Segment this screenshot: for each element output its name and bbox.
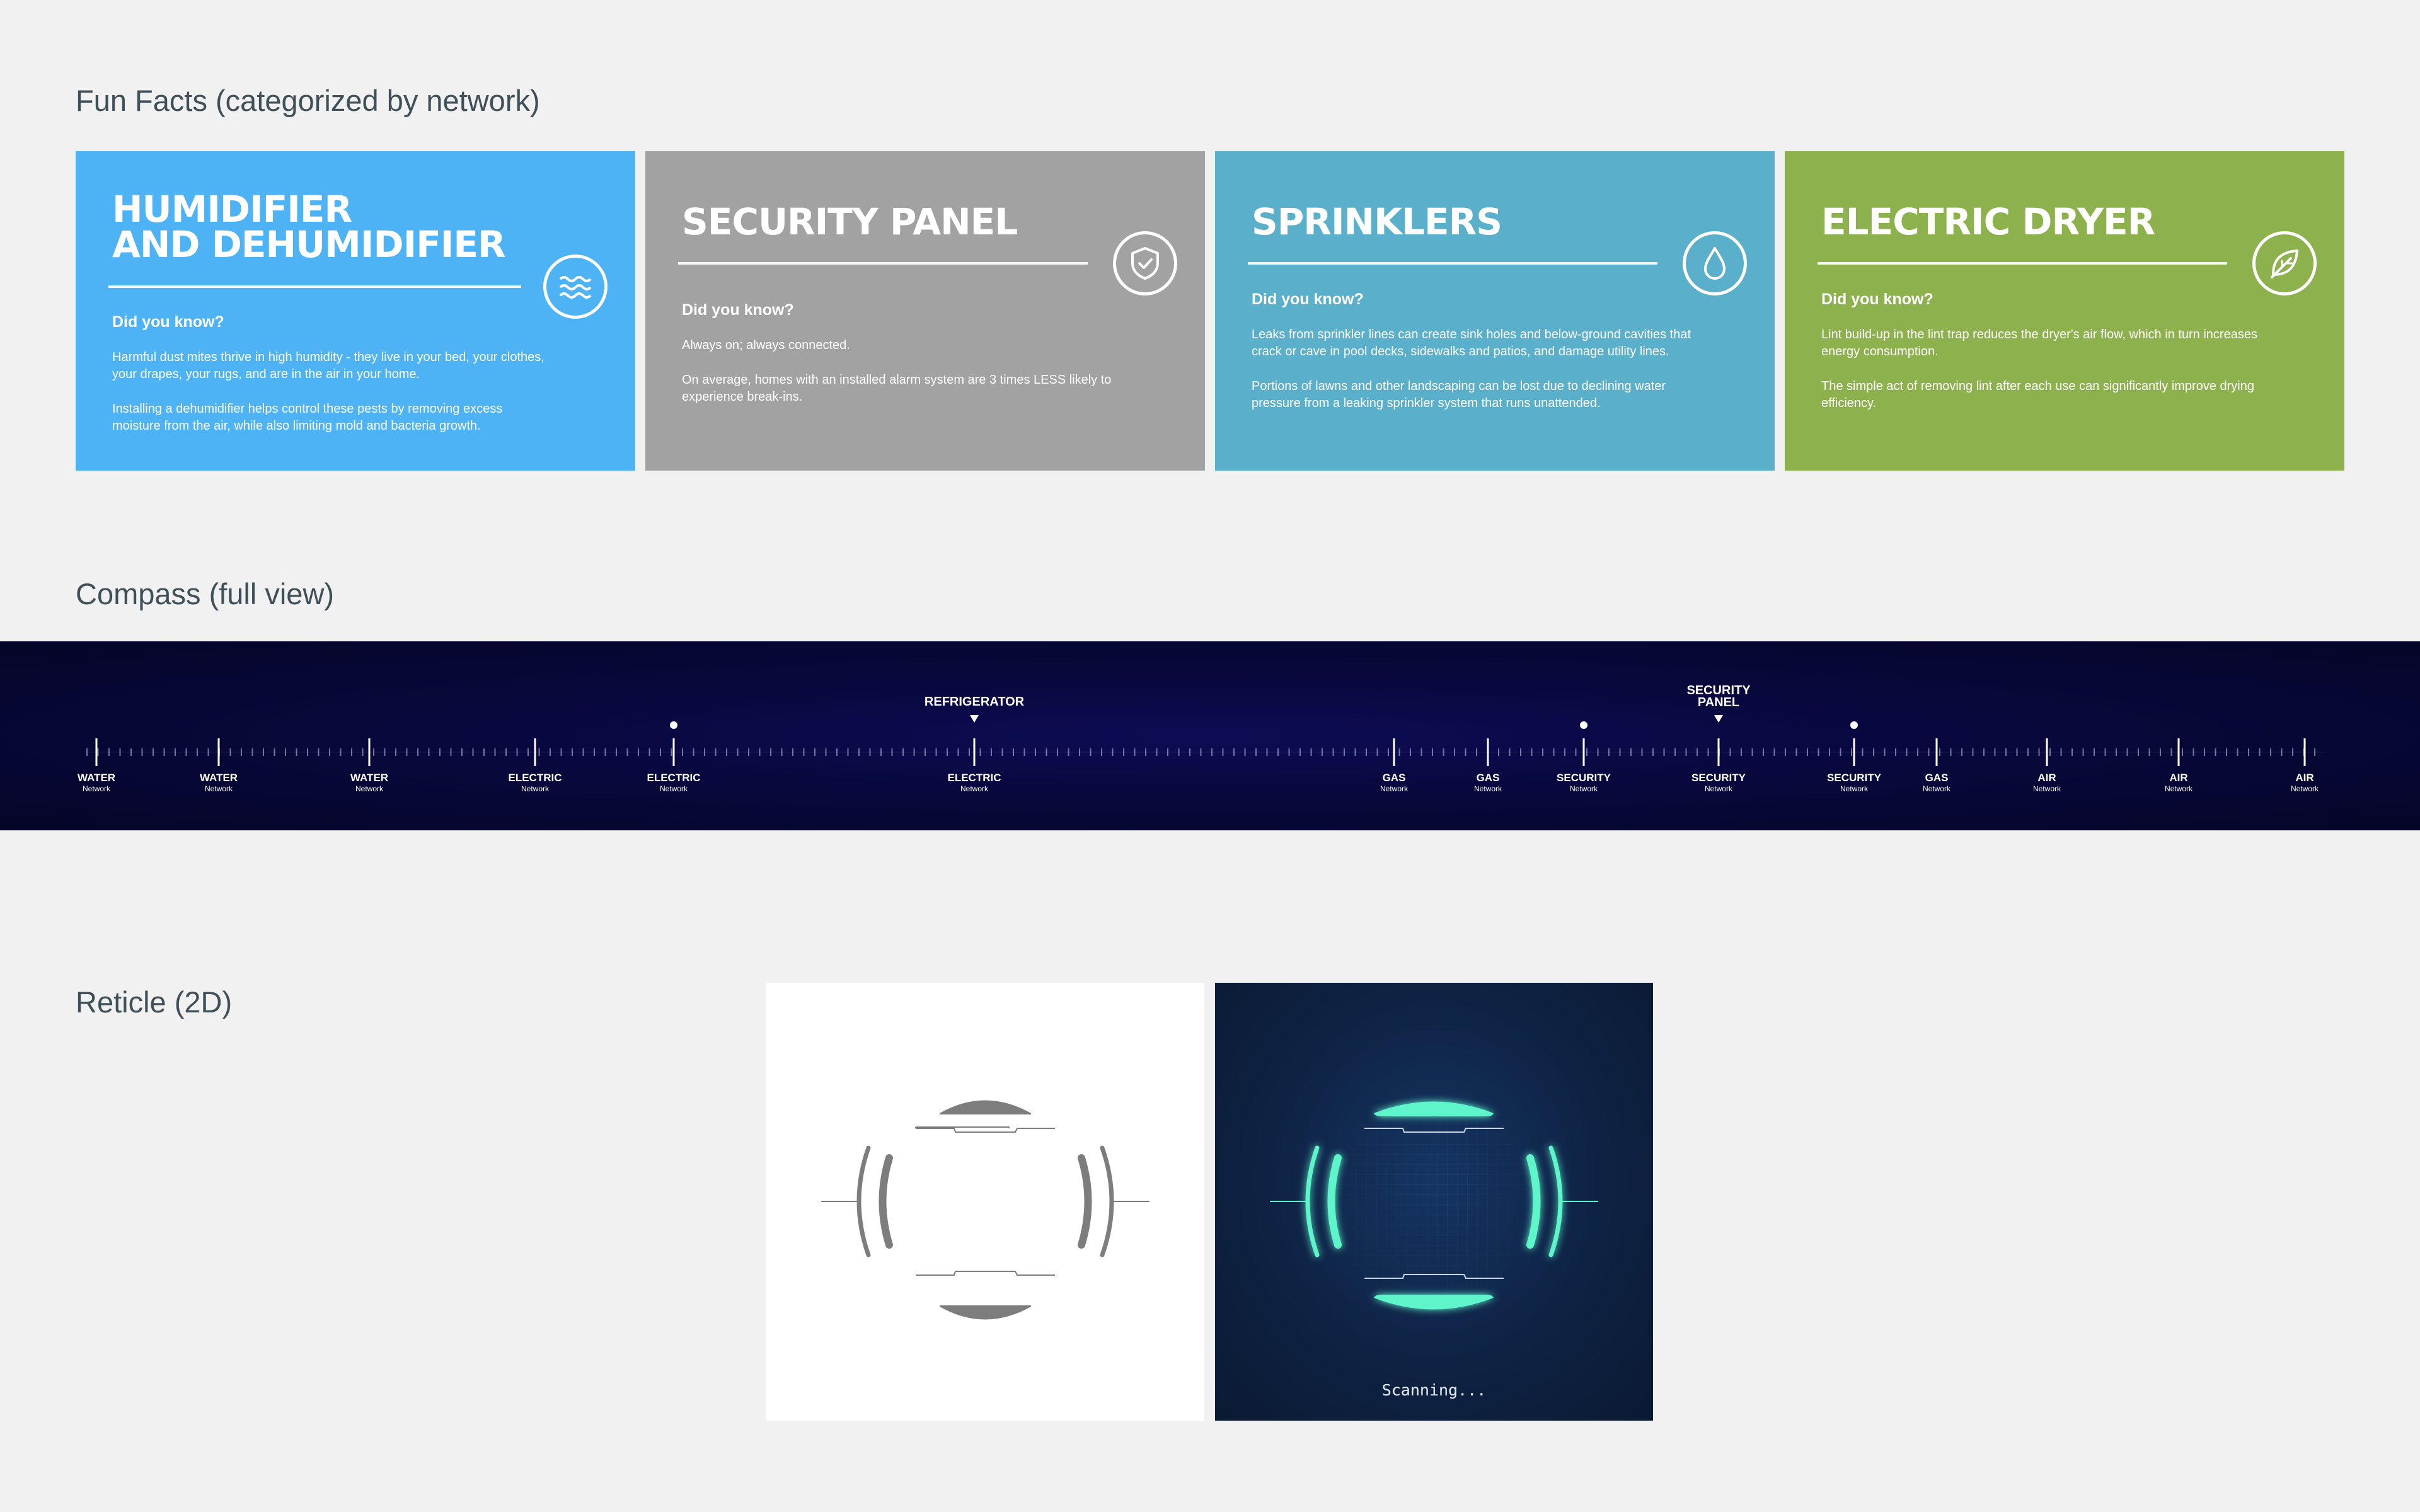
compass-network-label: GAS bbox=[1477, 772, 1500, 784]
compass-network-label: ELECTRIC bbox=[509, 772, 562, 784]
card-question: Did you know? bbox=[682, 301, 794, 319]
compass-network-label: AIR bbox=[2295, 772, 2313, 784]
card-paragraph: On average, homes with an installed alar… bbox=[682, 373, 1112, 404]
compass-network-sublabel: Network bbox=[1705, 784, 1733, 793]
card-paragraph: Installing a dehumidifier helps control … bbox=[112, 402, 503, 433]
compass-network-sublabel: Network bbox=[1840, 784, 1869, 793]
compass-network-sublabel: Network bbox=[1474, 784, 1502, 793]
compass-network-label: ELECTRIC bbox=[948, 772, 1001, 784]
compass-dot bbox=[670, 721, 677, 729]
compass-network-label: WATER bbox=[350, 772, 388, 784]
compass-network-sublabel: Network bbox=[521, 784, 550, 793]
scanning-status: Scanning... bbox=[1381, 1381, 1487, 1399]
compass-network-label: GAS bbox=[1383, 772, 1406, 784]
fun-facts-heading: Fun Facts (categorized by network) bbox=[76, 84, 540, 117]
fun-fact-card-sprinklers: SPRINKLERS Did you know? Leaks from spri… bbox=[1215, 151, 1775, 471]
compass-network-sublabel: Network bbox=[1380, 784, 1409, 793]
card-paragraph: Leaks from sprinkler lines can create si… bbox=[1252, 328, 1691, 358]
leaf-icon bbox=[2252, 231, 2317, 295]
compass-network-label: WATER bbox=[200, 772, 238, 784]
card-paragraph: Harmful dust mites thrive in high humidi… bbox=[112, 350, 544, 381]
reticle-heading: Reticle (2D) bbox=[76, 985, 233, 1019]
reticle-top-cap bbox=[940, 1100, 1031, 1114]
waves-icon bbox=[543, 255, 608, 319]
reticle-idle-graphic bbox=[821, 1100, 1150, 1320]
compass-network-sublabel: Network bbox=[2291, 784, 2319, 793]
fun-fact-card-security-panel: SECURITY PANEL Did you know? Always on; … bbox=[645, 151, 1205, 471]
compass-network-label: SECURITY bbox=[1691, 772, 1746, 784]
card-paragraph: Portions of lawns and other landscaping … bbox=[1252, 379, 1666, 410]
compass-strip: WATER Network WATER Network WATER Network ELEC… bbox=[0, 641, 2420, 830]
fun-fact-card-humidifier: HUMIDIFIER AND DEHUMIDIFIER Did you know… bbox=[76, 151, 635, 471]
card-paragraph: Always on; always connected. bbox=[682, 338, 850, 352]
card-title: ELECTRIC DRYER bbox=[1821, 200, 2155, 243]
compass-network-label: AIR bbox=[2169, 772, 2187, 784]
card-body: Always on; always connected. On average,… bbox=[682, 337, 1123, 423]
card-paragraph: Lint build-up in the lint trap reduces t… bbox=[1821, 328, 2257, 358]
compass-network-sublabel: Network bbox=[960, 784, 989, 793]
compass-network-label: SECURITY bbox=[1827, 772, 1882, 784]
compass-pointer-icon bbox=[1714, 715, 1723, 723]
compass-network-sublabel: Network bbox=[83, 784, 111, 793]
compass-network-sublabel: Network bbox=[355, 784, 384, 793]
water-drop-icon bbox=[1683, 231, 1747, 295]
reticle-bottom-cap bbox=[940, 1305, 1031, 1320]
compass-network-label: WATER bbox=[78, 772, 115, 784]
compass-network-sublabel: Network bbox=[2165, 784, 2193, 793]
compass-dot bbox=[1850, 721, 1858, 729]
compass-network-label: AIR bbox=[2037, 772, 2056, 784]
card-title: SECURITY PANEL bbox=[682, 200, 1018, 243]
compass-heading: Compass (full view) bbox=[76, 577, 335, 610]
card-question: Did you know? bbox=[112, 313, 224, 331]
card-body: Harmful dust mites thrive in high humidi… bbox=[112, 349, 553, 452]
reticle-scanning: Scanning... bbox=[1215, 983, 1653, 1421]
compass-network-sublabel: Network bbox=[1570, 784, 1598, 793]
compass-network-label: ELECTRIC bbox=[647, 772, 701, 784]
card-divider bbox=[1248, 262, 1657, 265]
compass-network-sublabel: Network bbox=[1923, 784, 1951, 793]
card-title-line2: AND DEHUMIDIFIER bbox=[112, 223, 506, 266]
card-divider bbox=[678, 262, 1088, 265]
compass-pointer-icon bbox=[970, 715, 979, 723]
reticle-scanning-graphic bbox=[1270, 1077, 1598, 1326]
card-question: Did you know? bbox=[1821, 290, 1933, 308]
compass-network-sublabel: Network bbox=[205, 784, 233, 793]
fun-fact-card-electric-dryer: ELECTRIC DRYER Did you know? Lint build-… bbox=[1785, 151, 2344, 471]
compass-device-label: REFRIGERATOR bbox=[925, 695, 1025, 709]
compass-network-sublabel: Network bbox=[660, 784, 688, 793]
card-paragraph: The simple act of removing lint after ea… bbox=[1821, 379, 2254, 410]
card-title: SPRINKLERS bbox=[1252, 200, 1502, 243]
card-divider bbox=[1818, 262, 2227, 265]
reticle-idle bbox=[766, 983, 1204, 1421]
compass-network-label: GAS bbox=[1925, 772, 1949, 784]
compass-network-sublabel: Network bbox=[2033, 784, 2061, 793]
compass-device-label: PANEL bbox=[1698, 696, 1739, 709]
card-body: Lint build-up in the lint trap reduces t… bbox=[1821, 326, 2262, 430]
compass-scale: WATERNetworkWATERNetworkWATERNetworkELEC… bbox=[78, 684, 2325, 793]
card-title: HUMIDIFIER AND DEHUMIDIFIER bbox=[112, 191, 506, 263]
card-question: Did you know? bbox=[1252, 290, 1364, 308]
shield-check-icon bbox=[1113, 231, 1177, 295]
compass-network-label: SECURITY bbox=[1557, 772, 1611, 784]
card-divider bbox=[108, 285, 521, 288]
compass-dot bbox=[1580, 721, 1587, 729]
card-body: Leaks from sprinkler lines can create si… bbox=[1252, 326, 1693, 430]
